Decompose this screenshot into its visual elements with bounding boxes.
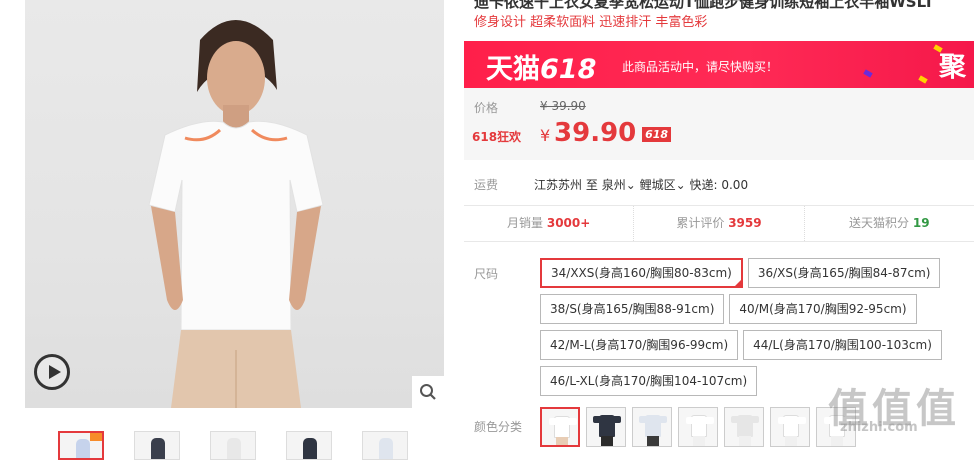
shipping-label: 运费: [474, 178, 499, 192]
size-label: 尺码: [474, 267, 499, 281]
color-swatch-2[interactable]: [586, 407, 626, 447]
shipping-fee: 快递: 0.00: [689, 178, 749, 192]
size-option-44-l[interactable]: 44/L(身高170/胸围100-103cm): [743, 330, 942, 360]
tmall-points: 送天猫积分 19: [849, 216, 930, 230]
promo-price-label: 618狂欢: [472, 130, 522, 144]
tmall-logo: 天猫618: [486, 54, 597, 85]
color-options: [540, 407, 856, 447]
magnifier-icon: [420, 384, 436, 400]
zoom-button[interactable]: [412, 376, 444, 408]
shipping-to: 至: [585, 178, 598, 192]
video-play-button[interactable]: [34, 354, 70, 390]
main-product-image[interactable]: [25, 0, 444, 408]
monthly-sales: 月销量 3000+: [464, 206, 635, 241]
original-price: ¥ 39.90: [540, 99, 586, 113]
total-reviews[interactable]: 累计评价 3959: [634, 206, 805, 241]
shipping-info: 江苏苏州 至 泉州⌄ 鲤城区⌄ 快递: 0.00: [534, 176, 748, 193]
shipping-row: 运费 江苏苏州 至 泉州⌄ 鲤城区⌄ 快递: 0.00: [464, 168, 974, 198]
size-option-38-s[interactable]: 38/S(身高165/胸围88-91cm): [540, 294, 725, 324]
currency-symbol: ¥: [540, 126, 551, 145]
thumbnail-3[interactable]: [210, 431, 256, 460]
shipping-origin: 江苏苏州: [534, 178, 583, 192]
city-dropdown[interactable]: 泉州⌄: [602, 178, 636, 192]
thumbnail-2[interactable]: [134, 431, 180, 460]
thumbnail-5[interactable]: [362, 431, 408, 460]
color-label: 颜色分类: [474, 420, 523, 434]
district-dropdown[interactable]: 鲤城区⌄: [640, 178, 686, 192]
price-box: 价格 ¥ 39.90 618狂欢 ¥ 39.90 618: [464, 88, 974, 160]
thumbnail-strip: [58, 431, 408, 460]
promo-price: ¥ 39.90 618: [540, 118, 672, 148]
chevron-down-icon: ⌄: [675, 178, 686, 192]
size-option-36-xs[interactable]: 36/XS(身高165/胸围84-87cm): [747, 258, 941, 288]
color-swatch-3[interactable]: [632, 407, 672, 447]
sales-stats: 月销量 3000+ 累计评价 3959 送天猫积分 19: [464, 205, 974, 242]
size-option-46-lxl[interactable]: 46/L-XL(身高170/胸围104-107cm): [540, 366, 758, 396]
price-amount: 39.90: [554, 118, 637, 148]
thumbnail-4[interactable]: [286, 431, 332, 460]
color-swatch-1[interactable]: [540, 407, 580, 447]
price-618-badge: 618: [642, 127, 672, 142]
size-option-42-ml[interactable]: 42/M-L(身高170/胸围96-99cm): [540, 330, 739, 360]
chevron-down-icon: ⌄: [625, 178, 636, 192]
color-swatch-4[interactable]: [678, 407, 718, 447]
product-subtitle: 修身设计 超柔软面料 迅速排汗 丰富色彩: [474, 15, 708, 30]
site-watermark: 值值值 zhizhi.com: [828, 386, 960, 435]
gather-logo: 聚: [939, 52, 966, 83]
model-photo: [148, 20, 324, 408]
color-swatch-6[interactable]: [770, 407, 810, 447]
size-option-34-xxs[interactable]: 34/XXS(身高160/胸围80-83cm): [540, 258, 743, 288]
thumbnail-1[interactable]: [58, 431, 104, 460]
color-swatch-5[interactable]: [724, 407, 764, 447]
promo-message: 此商品活动中，请尽快购买！: [622, 60, 779, 74]
tmall-618-banner: 天猫618 此商品活动中，请尽快购买！ 聚: [464, 41, 974, 88]
price-label: 价格: [474, 101, 499, 115]
size-option-40-m[interactable]: 40/M(身高170/胸围92-95cm): [729, 294, 917, 324]
